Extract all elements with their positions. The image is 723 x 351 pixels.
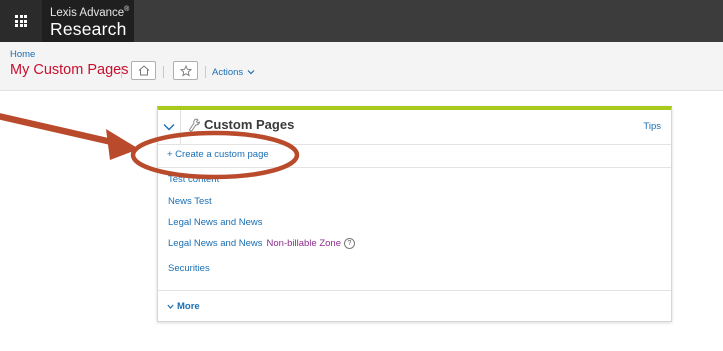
create-row: + Create a custom page: [158, 144, 671, 168]
brand-product: Research: [50, 19, 127, 39]
divider: [121, 66, 122, 78]
help-icon[interactable]: ?: [344, 238, 355, 249]
custom-pages-panel: Custom Pages Tips + Create a custom page…: [157, 106, 672, 322]
top-bar: Lexis Advance® Research: [0, 0, 723, 42]
list-item[interactable]: Legal News and News Non-billable Zone?: [168, 238, 355, 249]
app-grid-icon: [15, 15, 27, 27]
divider: [205, 66, 206, 78]
brand-name: Lexis Advance®: [50, 6, 130, 19]
breadcrumb-home[interactable]: Home: [10, 49, 35, 60]
divider: [163, 66, 164, 78]
page-header: Home My Custom Pages Actions: [0, 42, 723, 91]
list-item[interactable]: Securities: [168, 263, 210, 274]
list-item[interactable]: News Test: [168, 196, 212, 207]
non-billable-badge: Non-billable Zone: [266, 238, 341, 250]
more-row: More: [158, 290, 671, 322]
home-button[interactable]: [131, 61, 156, 80]
panel-header: Custom Pages: [188, 117, 294, 132]
list-item-label: Legal News and News: [168, 238, 263, 250]
more-button[interactable]: More: [167, 301, 200, 312]
wrench-icon: [189, 117, 200, 131]
annotation-arrow-shaft: [0, 113, 120, 147]
star-icon: [179, 64, 192, 77]
actions-menu[interactable]: Actions: [212, 67, 255, 78]
list-item[interactable]: Legal News and News: [168, 217, 263, 228]
page-title: My Custom Pages: [10, 62, 129, 78]
chevron-down-icon: [163, 124, 175, 131]
app-grid-button[interactable]: [0, 0, 42, 42]
chevron-down-icon: [247, 70, 255, 75]
chevron-down-icon: [167, 304, 174, 309]
product-logo[interactable]: Lexis Advance® Research: [42, 0, 134, 42]
home-icon: [138, 65, 149, 76]
panel-title: Custom Pages: [204, 117, 295, 132]
favorite-button[interactable]: [173, 61, 198, 80]
list-item[interactable]: Test content: [168, 174, 219, 185]
collapse-toggle[interactable]: [158, 110, 181, 144]
actions-label: Actions: [212, 67, 244, 78]
more-label: More: [177, 301, 200, 312]
create-custom-page-link[interactable]: + Create a custom page: [167, 149, 269, 160]
tips-link[interactable]: Tips: [643, 121, 661, 132]
annotation-arrow-head: [106, 129, 139, 160]
